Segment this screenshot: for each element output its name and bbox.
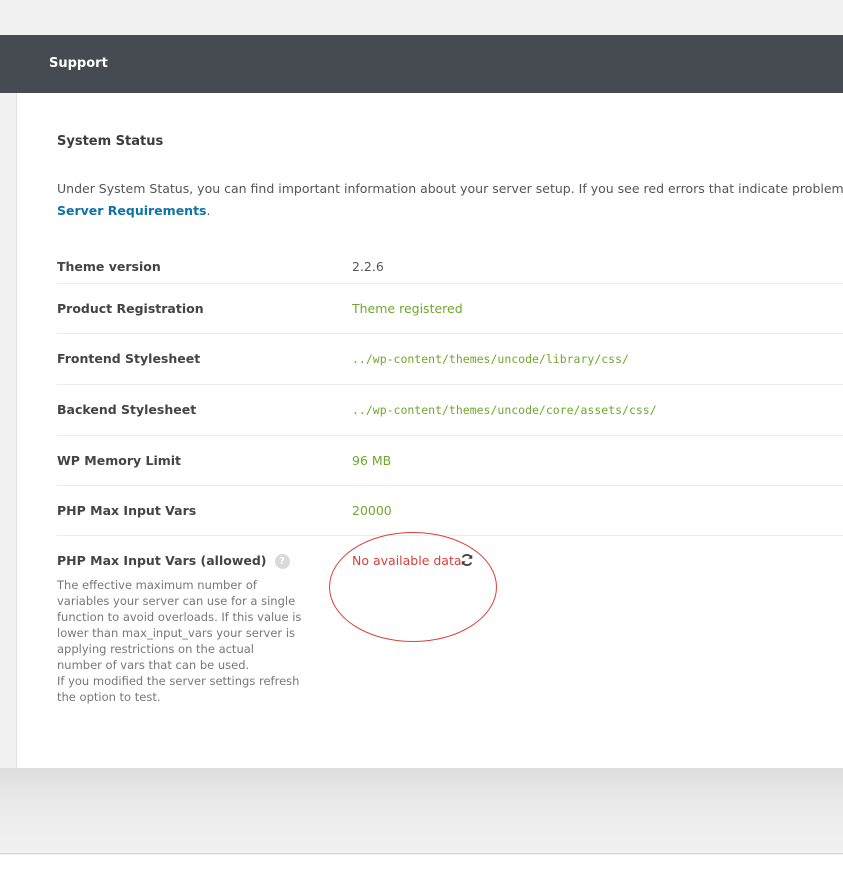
row-value: 96 MB xyxy=(352,453,392,468)
top-strip xyxy=(0,0,843,35)
section-title: System Status xyxy=(57,134,164,149)
row-value: 2.2.6 xyxy=(352,259,384,274)
row-label: Backend Stylesheet xyxy=(57,402,197,417)
row-label: PHP Max Input Vars xyxy=(57,503,197,518)
intro-text: Under System Status, you can find import… xyxy=(57,178,843,222)
intro-text-body: Under System Status, you can find import… xyxy=(57,181,843,196)
row-label: WP Memory Limit xyxy=(57,453,182,468)
left-gutter xyxy=(0,93,17,768)
row-description: The effective maximum number of variable… xyxy=(57,577,302,705)
status-row-frontend-stylesheet: Frontend Stylesheet ../wp-content/themes… xyxy=(57,334,843,385)
bottom-strip xyxy=(0,855,843,888)
status-row-theme-version: Theme version 2.2.6 xyxy=(57,242,843,284)
header-bar: Support xyxy=(0,35,843,93)
help-icon[interactable]: ? xyxy=(274,554,290,569)
highlight-ellipse xyxy=(329,532,497,642)
status-row-php-max-input-vars-allowed: PHP Max Input Vars (allowed)? The effect… xyxy=(57,532,843,716)
system-status-panel: System Status Under System Status, you c… xyxy=(17,93,843,768)
description-text: The effective maximum number of variable… xyxy=(57,578,302,672)
description-refresh-hint: If you modified the server settings refr… xyxy=(57,674,300,704)
row-label: PHP Max Input Vars (allowed)? xyxy=(57,553,290,569)
row-label-text: PHP Max Input Vars (allowed) xyxy=(57,553,267,568)
row-value: ../wp-content/themes/uncode/library/css/ xyxy=(352,352,629,366)
row-label: Theme version xyxy=(57,259,161,274)
status-row-wp-memory-limit: WP Memory Limit 96 MB xyxy=(57,436,843,486)
row-label: Frontend Stylesheet xyxy=(57,351,201,366)
refresh-icon[interactable] xyxy=(460,553,474,567)
row-value: 20000 xyxy=(352,503,392,518)
intro-period: . xyxy=(206,203,211,218)
row-value: Theme registered xyxy=(352,301,463,316)
status-row-backend-stylesheet: Backend Stylesheet ../wp-content/themes/… xyxy=(57,385,843,436)
row-value: ../wp-content/themes/uncode/core/assets/… xyxy=(352,403,657,417)
row-label: Product Registration xyxy=(57,301,204,316)
status-row-product-registration: Product Registration Theme registered xyxy=(57,284,843,334)
status-row-php-max-input-vars: PHP Max Input Vars 20000 xyxy=(57,486,843,536)
no-data-value: No available data xyxy=(352,553,462,568)
footer-area xyxy=(0,768,843,854)
server-requirements-link[interactable]: Server Requirements xyxy=(57,203,206,218)
page-title: Support xyxy=(49,56,108,71)
